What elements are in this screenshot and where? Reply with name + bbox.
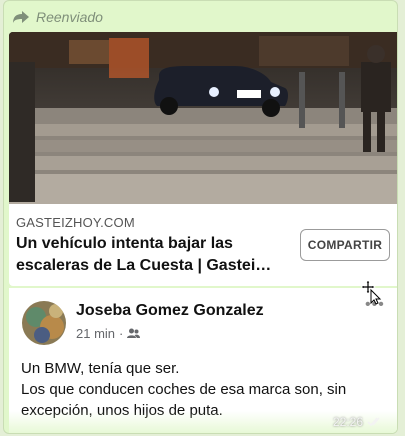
- preview-image[interactable]: [9, 32, 398, 204]
- link-title[interactable]: Un vehículo intenta bajar las escaleras …: [16, 233, 291, 277]
- forwarded-label: Reenviado: [36, 9, 103, 25]
- double-check-icon: [367, 417, 380, 427]
- message-time: 22:26: [332, 415, 363, 429]
- post-author[interactable]: Joseba Gomez Gonzalez: [76, 302, 264, 320]
- link-domain: GASTEIZHOY.COM: [16, 215, 135, 230]
- forwarded-indicator: Reenviado: [12, 7, 103, 27]
- post-meta: 21 min ·: [76, 326, 141, 341]
- avatar[interactable]: [22, 301, 66, 345]
- forward-arrow-icon: [13, 11, 29, 23]
- facebook-post[interactable]: Joseba Gomez Gonzalez 21 min · ••• Un BM…: [9, 288, 397, 433]
- share-button[interactable]: COMPARTIR: [300, 229, 390, 261]
- move-cursor-icon: [360, 279, 386, 310]
- friends-icon: [127, 328, 141, 338]
- link-preview[interactable]: GASTEIZHOY.COM Un vehículo intenta bajar…: [9, 32, 398, 286]
- message-bubble[interactable]: Reenviado GASTEIZHOY.COM Un vehículo int…: [3, 0, 398, 434]
- post-time[interactable]: 21 min: [76, 326, 115, 341]
- meta-separator: ·: [119, 326, 124, 341]
- message-timestamp: 22:26: [333, 415, 383, 429]
